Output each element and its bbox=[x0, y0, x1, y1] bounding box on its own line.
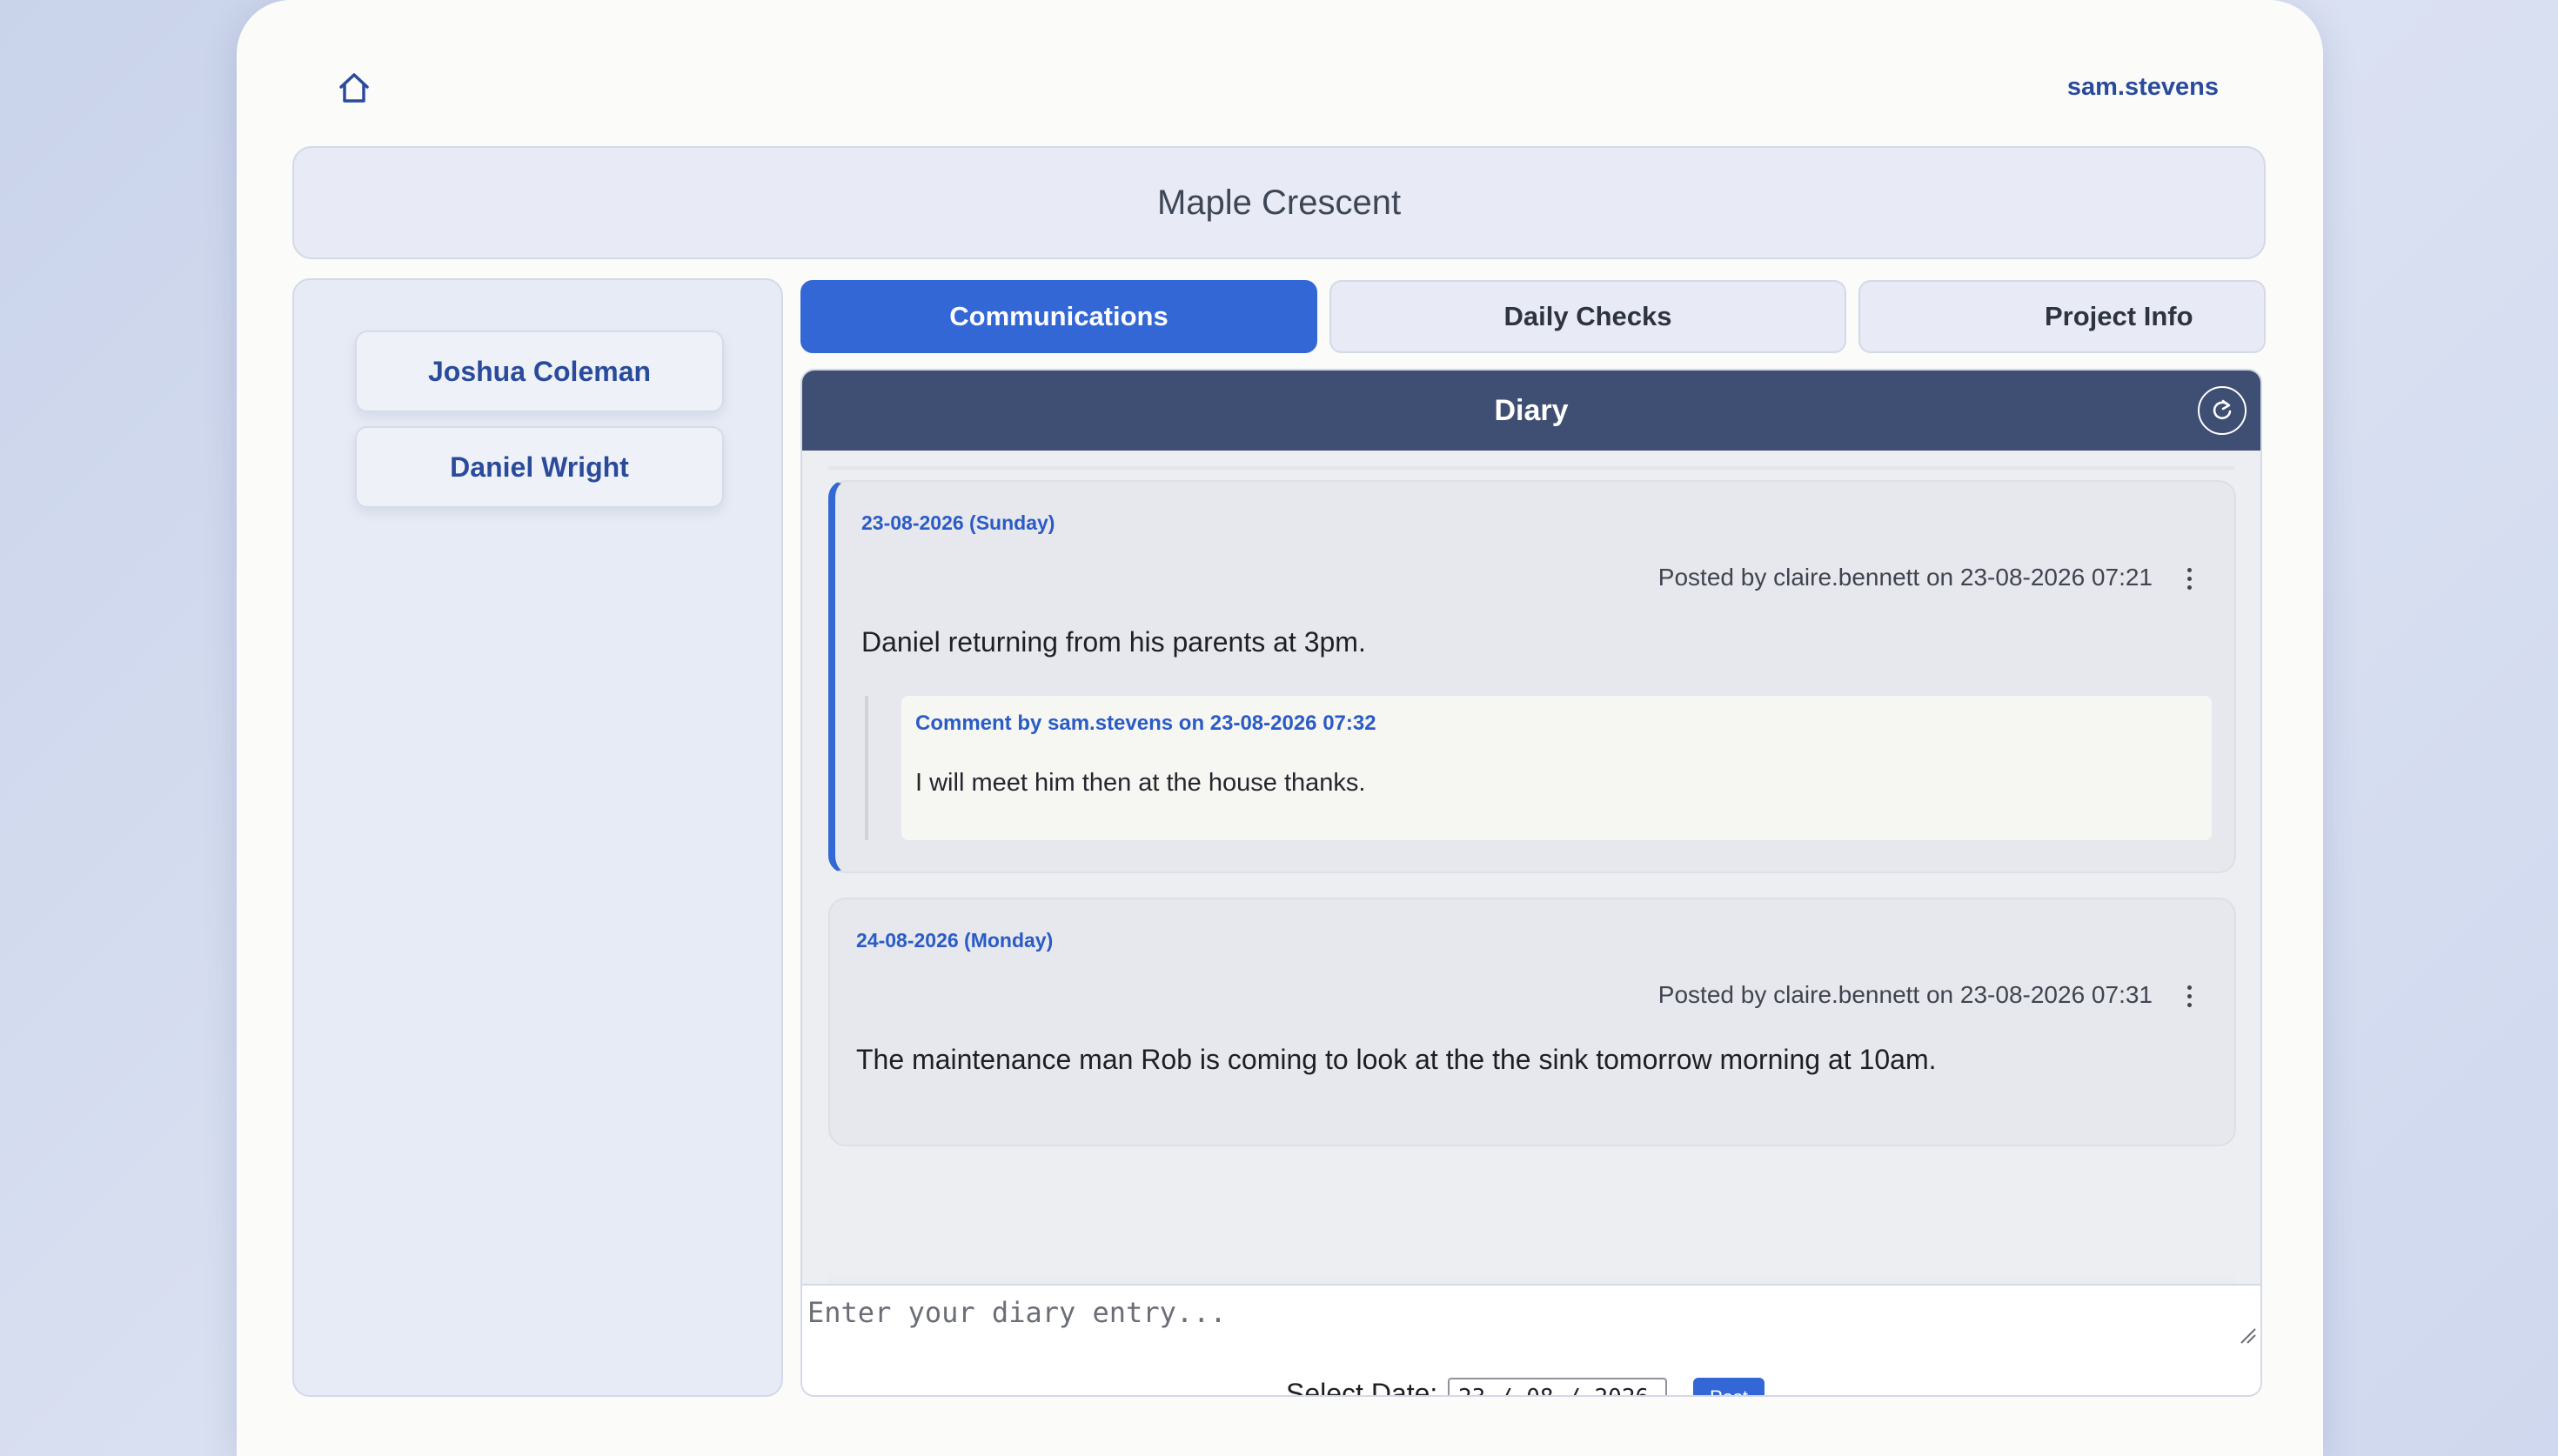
more-options-icon[interactable] bbox=[2182, 983, 2196, 1012]
refresh-icon bbox=[2213, 399, 2232, 420]
entry-date: 23-08-2026 (Sunday) bbox=[861, 511, 1055, 534]
refresh-button[interactable] bbox=[2198, 386, 2247, 435]
diary-panel: Diary 23-08-2026 (Sunday) Posted by clai… bbox=[800, 369, 2262, 1397]
comment-header: Comment by sam.stevens on 23-08-2026 07:… bbox=[915, 711, 1376, 735]
resize-handle-icon[interactable] bbox=[2238, 1326, 2257, 1345]
entry-posted-by: Posted by claire.bennett on 23-08-2026 0… bbox=[1657, 564, 2153, 591]
entry-date: 24-08-2026 (Monday) bbox=[856, 929, 1054, 952]
tab-daily-checks[interactable]: Daily Checks bbox=[1329, 280, 1846, 353]
user-menu[interactable]: sam.stevens bbox=[2067, 73, 2219, 102]
home-icon[interactable] bbox=[336, 70, 372, 106]
diary-title: Diary bbox=[1494, 393, 1569, 427]
entry-posted-by: Posted by claire.bennett on 23-08-2026 0… bbox=[1657, 981, 2153, 1008]
sidebar-item-daniel-wright[interactable]: Daniel Wright bbox=[355, 426, 724, 508]
sidebar-item-joshua-coleman[interactable]: Joshua Coleman bbox=[355, 331, 724, 412]
sidebar: Joshua Coleman Daniel Wright bbox=[292, 278, 783, 1397]
diary-entry-list[interactable]: 23-08-2026 (Sunday) Posted by claire.ben… bbox=[802, 451, 2260, 1289]
post-button[interactable]: Post bbox=[1693, 1378, 1764, 1395]
date-value: 23 / 08 / 2026 bbox=[1458, 1385, 1649, 1395]
comment-box: Comment by sam.stevens on 23-08-2026 07:… bbox=[901, 696, 2212, 840]
tab-project-info[interactable]: Project Info bbox=[1858, 280, 2266, 353]
entry-comment: Comment by sam.stevens on 23-08-2026 07:… bbox=[865, 696, 2212, 840]
diary-header: Diary bbox=[802, 371, 2260, 451]
entry-body: Daniel returning from his parents at 3pm… bbox=[861, 626, 1366, 658]
entry-footer: Select Date: 23 / 08 / 2026 Post bbox=[802, 1371, 2260, 1397]
more-options-icon[interactable] bbox=[2182, 565, 2196, 595]
comment-body: I will meet him then at the house thanks… bbox=[915, 769, 1366, 797]
location-title-bar: Maple Crescent bbox=[292, 146, 2266, 259]
page-title: Maple Crescent bbox=[1156, 183, 1402, 222]
tab-communications[interactable]: Communications bbox=[800, 280, 1317, 353]
date-picker-input[interactable]: 23 / 08 / 2026 bbox=[1448, 1378, 1667, 1395]
diary-entry: 24-08-2026 (Monday) Posted by claire.ben… bbox=[828, 898, 2236, 1146]
diary-entry: 23-08-2026 (Sunday) Posted by claire.ben… bbox=[828, 480, 2236, 873]
app-window: sam.stevens Maple Crescent Joshua Colema… bbox=[237, 0, 2323, 1456]
select-date-label: Select Date: bbox=[1286, 1378, 1438, 1397]
entry-body: The maintenance man Rob is coming to loo… bbox=[856, 1044, 1937, 1075]
